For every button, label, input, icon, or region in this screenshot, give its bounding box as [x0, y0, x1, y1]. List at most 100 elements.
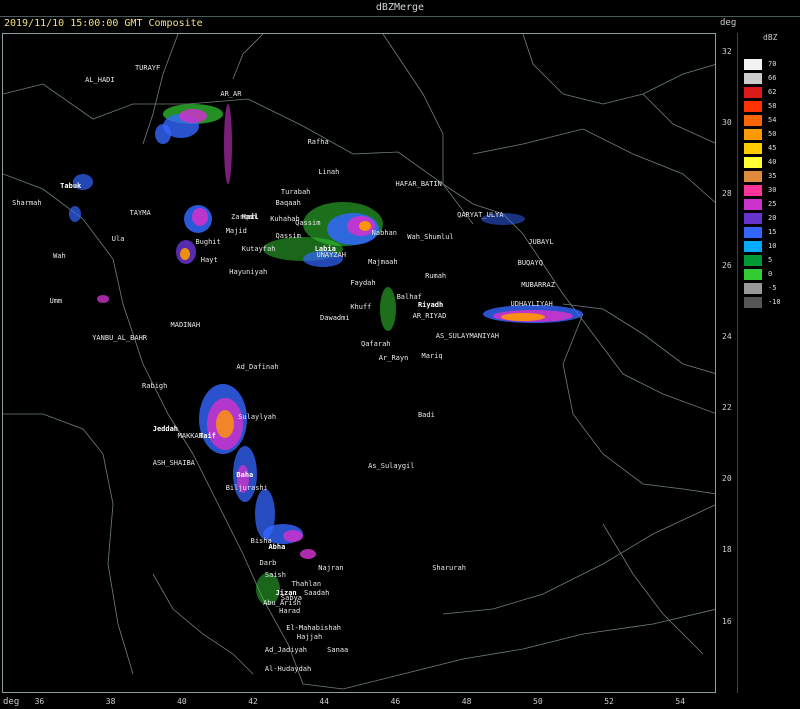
lon-tick-label: 40	[177, 697, 187, 706]
legend-label: 15	[768, 228, 777, 236]
city-label: UDHAYLIYAH	[510, 300, 553, 309]
city-label: Ad_Jadiyah	[264, 645, 308, 654]
city-label: Jeddah	[152, 425, 179, 434]
city-label: Saadah	[304, 588, 330, 597]
city-label: Harad	[279, 606, 301, 615]
city-label: Wah	[53, 252, 66, 261]
radar-echo	[501, 313, 545, 321]
city-label: Qassim	[275, 231, 301, 240]
city-label: Taif	[199, 432, 216, 441]
legend-label: 30	[768, 186, 777, 194]
city-label: Balhaf	[396, 293, 422, 302]
city-label: Ula	[111, 234, 125, 243]
legend-swatch	[744, 87, 762, 98]
border-line	[3, 413, 134, 675]
border-line	[472, 128, 715, 203]
lat-tick-label: 18	[722, 545, 732, 555]
city-label: Sulaylyah	[238, 412, 277, 421]
legend-label: 5	[768, 256, 773, 264]
radar-echo	[283, 530, 303, 542]
legend-label: 58	[768, 102, 777, 110]
city-label: Umm	[49, 296, 63, 305]
lon-tick-label: 52	[604, 697, 614, 706]
legend-swatch	[744, 199, 762, 210]
radar-echo	[155, 124, 171, 144]
city-label: Ar_Rayn	[378, 353, 409, 362]
city-label: Zarqah	[231, 213, 257, 222]
lon-tick-label: 36	[34, 697, 45, 706]
radar-echo	[192, 208, 208, 226]
city-label: MUBARRAZ	[521, 280, 555, 289]
city-label: As_Sulaygil	[368, 462, 415, 471]
panel-divider	[737, 33, 738, 693]
city-label: Sharurah	[432, 563, 466, 572]
legend-swatch	[744, 255, 762, 266]
city-label: Baqaah	[275, 199, 301, 208]
border-line	[562, 303, 715, 374]
radar-echo	[97, 295, 109, 303]
legend-label: -5	[768, 284, 777, 292]
city-label: Biljurashi	[225, 483, 268, 492]
legend-swatch	[744, 297, 762, 308]
lat-tick-label: 26	[722, 260, 732, 270]
radar-echo	[300, 549, 316, 559]
legend-swatch	[744, 157, 762, 168]
radar-echo	[224, 104, 232, 184]
border-line	[382, 34, 444, 184]
lat-tick-label: 32	[722, 47, 732, 56]
lon-tick-label: 50	[533, 697, 543, 706]
city-label: Mariq	[421, 352, 443, 361]
radar-map[interactable]: TURAYF AL_HADI AR_AR Rafha Linah HAFAR_BATIN T…	[2, 33, 716, 693]
legend-label: 50	[768, 130, 777, 138]
legend-swatch	[744, 185, 762, 196]
city-label: Riyadh	[417, 301, 444, 310]
city-label: Hayt	[200, 255, 218, 264]
radar-echo	[359, 221, 371, 231]
border-line	[442, 504, 715, 615]
border-line	[522, 34, 715, 105]
legend-swatch	[744, 227, 762, 238]
city-label: Nabhan	[371, 229, 397, 238]
legend-label: -10	[768, 298, 781, 306]
lon-tick-label: 48	[461, 697, 472, 706]
border-line	[642, 93, 715, 144]
legend-swatch	[744, 59, 762, 70]
city-label: Baha	[236, 470, 254, 479]
city-label: Al-Hudaydah	[264, 665, 312, 674]
legend-label: 70	[768, 60, 777, 68]
city-label: MADINAH	[170, 321, 201, 330]
city-label: Dawadmi	[320, 313, 350, 322]
lon-tick-label: 46	[390, 697, 401, 706]
city-label: Rumah	[425, 271, 447, 280]
radar-echo	[180, 248, 190, 260]
legend-label: 62	[768, 88, 777, 96]
city-label: Saish	[264, 570, 286, 579]
city-label: Ad_Dafinah	[236, 362, 279, 371]
lat-tick-label: 28	[722, 189, 732, 199]
lat-tick-label: 30	[722, 118, 732, 128]
city-label: Kutayfah	[241, 245, 276, 254]
legend-label: 66	[768, 74, 777, 82]
legend-label: 45	[768, 144, 777, 152]
legend-label: 20	[768, 214, 777, 222]
city-label: Rafha	[307, 137, 329, 146]
legend-swatch	[744, 171, 762, 182]
legend-swatch	[744, 269, 762, 280]
city-label: Qassim	[295, 218, 321, 227]
lat-tick-label: 20	[722, 474, 732, 484]
legend-label: 40	[768, 158, 777, 166]
city-label: Najran	[318, 563, 344, 572]
city-label: Faydah	[350, 279, 376, 288]
legend-swatch	[744, 73, 762, 84]
legend-swatch	[744, 241, 762, 252]
city-label: Badi	[417, 411, 435, 420]
city-label: Linah	[318, 168, 340, 177]
country-borders	[3, 34, 715, 690]
city-label: Darb	[259, 558, 277, 567]
radar-echoes	[69, 104, 583, 605]
city-label: UNAYZAH	[316, 250, 347, 259]
city-label: HAFAR_BATIN	[395, 180, 442, 189]
lat-tick-label: 16	[722, 616, 732, 626]
radar-echo	[380, 287, 396, 331]
legend-swatch	[744, 283, 762, 294]
